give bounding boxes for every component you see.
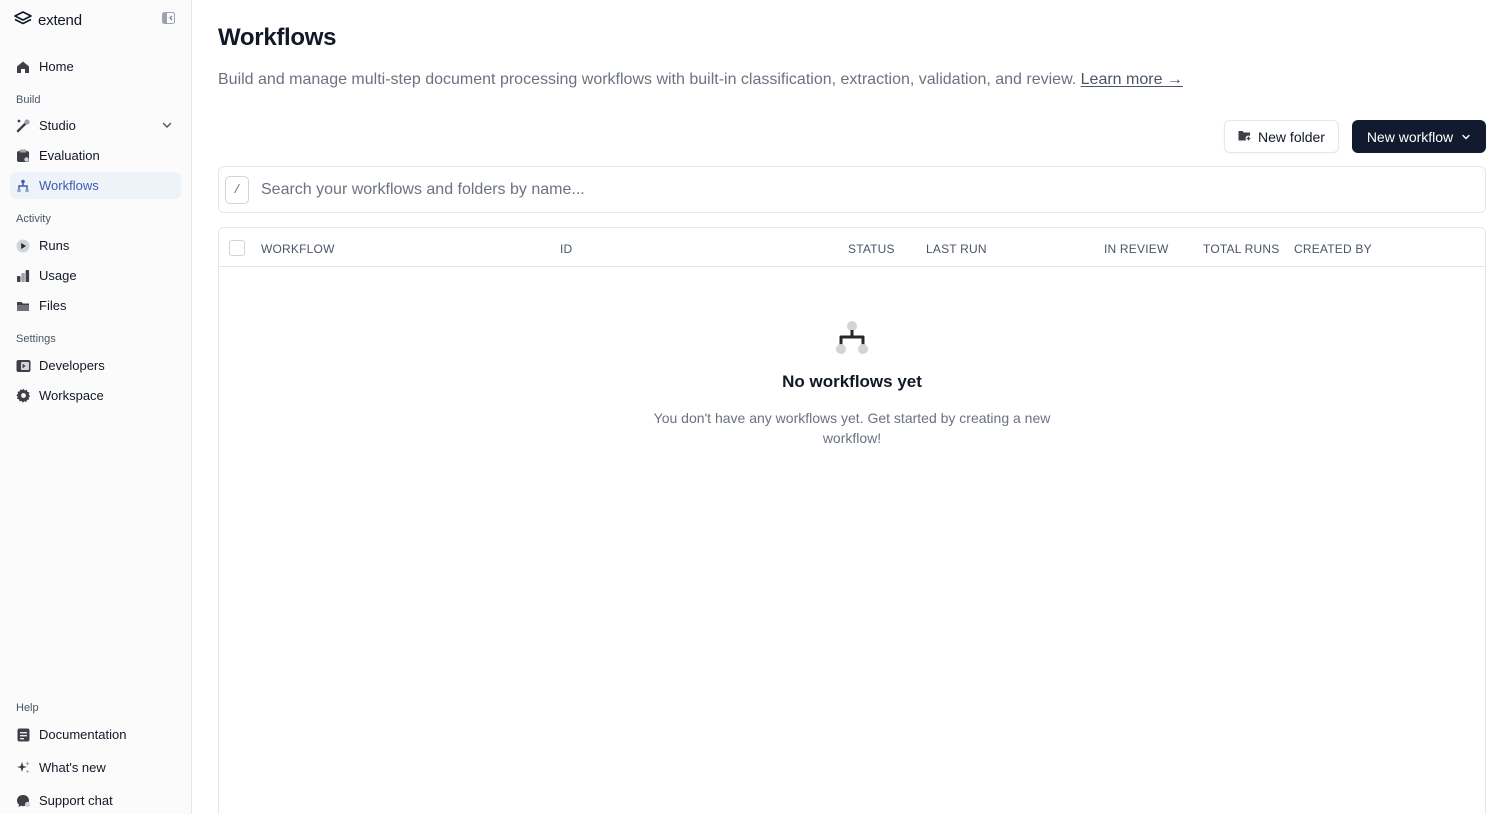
section-label-help: Help xyxy=(16,702,39,714)
page-description-text: Build and manage multi-step document pro… xyxy=(218,71,1077,88)
folder-plus-icon xyxy=(1238,129,1252,145)
home-icon xyxy=(15,59,31,75)
sidebar-item-label: Workflows xyxy=(39,178,99,193)
sidebar-item-home[interactable]: Home xyxy=(10,53,181,80)
new-workflow-label: New workflow xyxy=(1366,128,1454,145)
terminal-icon xyxy=(15,358,31,374)
column-header-last-run[interactable]: LAST RUN xyxy=(926,242,987,256)
new-folder-button[interactable]: New folder xyxy=(1224,120,1339,153)
column-header-status[interactable]: STATUS xyxy=(848,242,895,256)
workflows-table: WORKFLOW ID STATUS LAST RUN IN REVIEW TO… xyxy=(218,227,1486,814)
sidebar-item-developers[interactable]: Developers xyxy=(10,352,181,379)
sidebar-item-label: Studio xyxy=(39,118,76,133)
bar-chart-icon xyxy=(15,268,31,284)
sidebar-item-label: Home xyxy=(39,59,74,74)
sidebar-item-label: Workspace xyxy=(39,388,104,403)
search-bar: / xyxy=(218,166,1486,213)
section-label-build: Build xyxy=(16,94,41,106)
column-header-id[interactable]: ID xyxy=(560,242,572,256)
folder-icon xyxy=(15,298,31,314)
empty-state: No workflows yet You don't have any work… xyxy=(219,320,1485,448)
column-header-in-review[interactable]: IN REVIEW xyxy=(1104,242,1168,256)
page-description: Build and manage multi-step document pro… xyxy=(218,71,1183,89)
page-title: Workflows xyxy=(218,24,337,51)
table-header: WORKFLOW ID STATUS LAST RUN IN REVIEW TO… xyxy=(219,228,1485,267)
chevron-down-icon[interactable] xyxy=(161,119,173,131)
chevron-down-icon xyxy=(1461,129,1471,145)
sidebar-item-support-chat[interactable]: Support chat xyxy=(10,787,181,814)
sidebar-item-label: Documentation xyxy=(39,727,127,742)
sidebar-item-usage[interactable]: Usage xyxy=(10,262,181,289)
brand-name: extend xyxy=(38,11,82,29)
sidebar-item-label: Developers xyxy=(39,358,105,373)
main-content: Workflows Build and manage multi-step do… xyxy=(192,0,1512,814)
empty-state-title: No workflows yet xyxy=(782,372,922,391)
extend-logo-icon xyxy=(14,10,32,30)
column-header-workflow[interactable]: WORKFLOW xyxy=(261,242,335,256)
document-icon xyxy=(15,727,31,743)
sidebar-item-workflows[interactable]: Workflows xyxy=(10,172,181,199)
sidebar-item-label: Runs xyxy=(39,238,70,253)
select-all-checkbox[interactable] xyxy=(229,240,245,256)
sidebar-item-studio[interactable]: Studio xyxy=(10,112,181,139)
sidebar-item-label: Files xyxy=(39,298,67,313)
search-shortcut-key: / xyxy=(225,175,249,204)
sidebar-collapse-button[interactable] xyxy=(160,12,176,28)
sidebar-item-label: Usage xyxy=(39,268,77,283)
sparkle-icon xyxy=(15,760,31,776)
sidebar-item-label: Evaluation xyxy=(39,148,100,163)
column-header-total-runs[interactable]: TOTAL RUNS xyxy=(1203,242,1279,256)
column-header-created-by[interactable]: CREATED BY xyxy=(1294,242,1372,256)
workflow-icon xyxy=(15,178,31,194)
section-label-settings: Settings xyxy=(16,333,56,345)
play-icon xyxy=(15,238,31,254)
sidebar: extend Home Build Studio Evaluation Work… xyxy=(0,0,192,814)
gear-icon xyxy=(15,388,31,404)
sidebar-item-label: What's new xyxy=(39,760,106,775)
sidebar-item-workspace[interactable]: Workspace xyxy=(10,382,181,409)
sidebar-item-whats-new[interactable]: What's new xyxy=(10,754,181,781)
new-folder-label: New folder xyxy=(1258,128,1325,145)
evaluation-icon xyxy=(15,148,31,164)
sidebar-item-files[interactable]: Files xyxy=(10,292,181,319)
workflow-icon xyxy=(219,320,1485,356)
sidebar-item-label: Support chat xyxy=(39,793,113,808)
learn-more-link[interactable]: Learn more → xyxy=(1081,71,1183,88)
studio-icon xyxy=(15,118,31,134)
empty-state-text: You don't have any workflows yet. Get st… xyxy=(653,410,1051,446)
section-label-activity: Activity xyxy=(16,213,51,225)
sidebar-toggle-icon xyxy=(161,11,175,29)
sidebar-item-evaluation[interactable]: Evaluation xyxy=(10,142,181,169)
search-input[interactable] xyxy=(261,174,1485,205)
chat-icon xyxy=(15,793,31,809)
brand-logo[interactable]: extend xyxy=(14,10,82,30)
sidebar-item-documentation[interactable]: Documentation xyxy=(10,721,181,748)
sidebar-item-runs[interactable]: Runs xyxy=(10,232,181,259)
new-workflow-button[interactable]: New workflow xyxy=(1352,120,1486,153)
